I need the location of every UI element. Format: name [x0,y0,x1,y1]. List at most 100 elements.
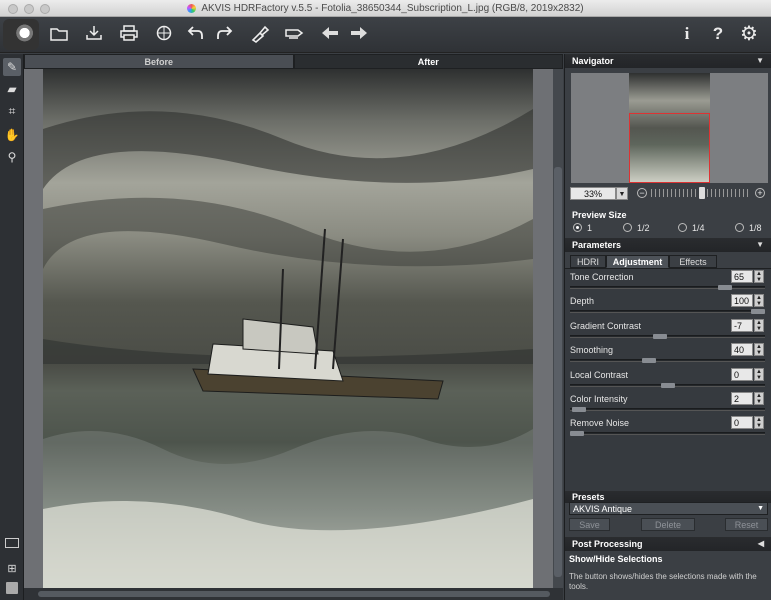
parameters-header[interactable]: Parameters ▼ [565,238,771,252]
parameter-value-field[interactable]: 100 [731,294,753,308]
back-icon[interactable] [317,20,343,48]
horizontal-scroll-thumb[interactable] [38,591,550,597]
settings-icon[interactable]: ⚙ [736,20,762,48]
undo-icon[interactable] [183,20,209,48]
parameter-label: Tone Correction [570,272,634,282]
zoom-tool-icon[interactable]: ⚲ [3,148,21,166]
reset-preset-button[interactable]: Reset [725,518,768,531]
parameter-value-field[interactable]: 65 [731,270,753,283]
parameter-value-field[interactable]: 40 [731,343,753,357]
bottom-tools: ⊞ [0,538,24,600]
preview-size-label-1-4: 1/4 [692,223,705,233]
parameter-slider-knob[interactable] [661,382,675,388]
parameter-value-field[interactable]: -7 [731,318,753,332]
selection-brush-icon[interactable]: ✎ [3,58,21,76]
save-icon[interactable] [81,20,107,48]
eraser-icon[interactable]: ▰ [3,80,21,98]
zoom-slider-knob[interactable] [699,187,705,199]
expand-arrow-icon[interactable]: ◀ [758,537,764,551]
tools-panel: ✎ ▰ ⌗ ✋ ⚲ [0,54,24,600]
preview-size-radio-1-4[interactable] [678,223,687,232]
hint-title: Show/Hide Selections [569,554,663,564]
parameter-value-field[interactable]: 0 [731,416,753,430]
preview-size-radio-1[interactable] [573,223,582,232]
title-bar: AKVIS HDRFactory v.5.5 - Fotolia_3865034… [0,0,771,17]
color-swatch-icon[interactable] [6,582,18,594]
vertical-scrollbar[interactable] [553,69,563,588]
parameter-slider[interactable] [570,285,765,290]
parameter-slider-knob[interactable] [718,285,732,290]
parameter-slider[interactable] [570,382,765,388]
zoom-dropdown-button[interactable]: ▼ [616,187,628,200]
akvis-logo [3,19,39,50]
navigator-preview[interactable] [571,73,768,183]
parameter-slider-knob[interactable] [572,407,586,412]
parameter-slider-knob[interactable] [570,431,584,437]
parameter-slider[interactable] [570,431,765,437]
parameter-slider-knob[interactable] [653,333,667,339]
split-view-icon[interactable]: ⊞ [3,560,21,578]
parameter-stepper[interactable]: ▲ ▼ [754,416,764,430]
tab-before[interactable]: Before [24,54,294,69]
forward-icon[interactable] [346,20,372,48]
image-preview[interactable] [43,69,533,588]
vertical-scroll-thumb[interactable] [554,167,562,577]
parameter-slider-knob[interactable] [751,309,765,315]
parameter-slider[interactable] [570,407,765,412]
zoom-out-icon[interactable]: − [637,188,647,198]
close-window-button[interactable] [8,4,18,14]
parameter-value-field[interactable]: 0 [731,367,753,381]
parameter-stepper[interactable]: ▲ ▼ [754,392,764,405]
redo-icon[interactable] [211,20,237,48]
navigator-frame[interactable] [629,113,710,183]
right-panel: Navigator ▼ 33% ▼ − + Preview Size 1 1/2 … [564,54,771,600]
parameter-slider[interactable] [570,358,765,364]
tab-effects[interactable]: Effects [669,255,717,268]
view-tabs: Before After [24,54,563,69]
parameter-slider[interactable] [570,333,765,339]
zoom-level-field[interactable]: 33% [570,187,616,200]
parameter-value-field[interactable]: 2 [731,392,753,405]
parameter-slider[interactable] [570,309,765,315]
zoom-in-icon[interactable]: + [755,188,765,198]
open-icon[interactable] [46,20,72,48]
delete-preset-button[interactable]: Delete [641,518,695,531]
navigator-header[interactable]: Navigator ▼ [565,54,771,68]
parameter-stepper[interactable]: ▲ ▼ [754,343,764,357]
preview-size-radio-1-2[interactable] [623,223,632,232]
parameter-stepper[interactable]: ▲ ▼ [754,318,764,332]
collapse-arrow-icon[interactable]: ▼ [756,54,764,68]
collapse-arrow-icon[interactable]: ▼ [756,238,764,252]
print-icon[interactable] [116,20,142,48]
parameter-label: Depth [570,296,595,307]
main-toolbar: i ? ⚙ [0,17,771,53]
info-icon[interactable]: i [674,20,700,48]
parameter-stepper[interactable]: ▲ ▼ [754,367,764,381]
preview-size-radio-1-8[interactable] [735,223,744,232]
show-selections-icon[interactable] [5,538,19,548]
parameter-slider-knob[interactable] [642,358,656,364]
tab-hdri[interactable]: HDRI [570,255,606,268]
parameters-title: Parameters [572,240,622,250]
hand-icon[interactable]: ✋ [3,126,21,144]
parameter-stepper[interactable]: ▲ ▼ [754,294,764,308]
help-icon[interactable]: ? [705,20,731,48]
zoom-window-button[interactable] [40,4,50,14]
post-processing-header[interactable]: Post Processing ◀ [565,537,771,551]
batch-icon[interactable] [281,20,307,48]
parameter-label: Smoothing [570,345,614,356]
preset-select[interactable]: AKVIS Antique ▼ [569,502,768,515]
parameter-label: Gradient Contrast [570,320,642,331]
parameter-label: Color Intensity [570,394,628,404]
crop-icon[interactable]: ⌗ [3,102,21,120]
share-icon[interactable] [151,20,177,48]
tab-after[interactable]: After [293,54,563,69]
parameter-stepper[interactable]: ▲ ▼ [754,270,764,283]
run-icon[interactable] [247,20,273,48]
preview-size-title: Preview Size [572,210,627,220]
save-preset-button[interactable]: Save [569,518,610,531]
preset-dropdown-icon[interactable]: ▼ [757,503,764,515]
horizontal-scrollbar[interactable] [24,588,563,600]
tab-adjustment[interactable]: Adjustment [606,255,669,268]
minimize-window-button[interactable] [24,4,34,14]
